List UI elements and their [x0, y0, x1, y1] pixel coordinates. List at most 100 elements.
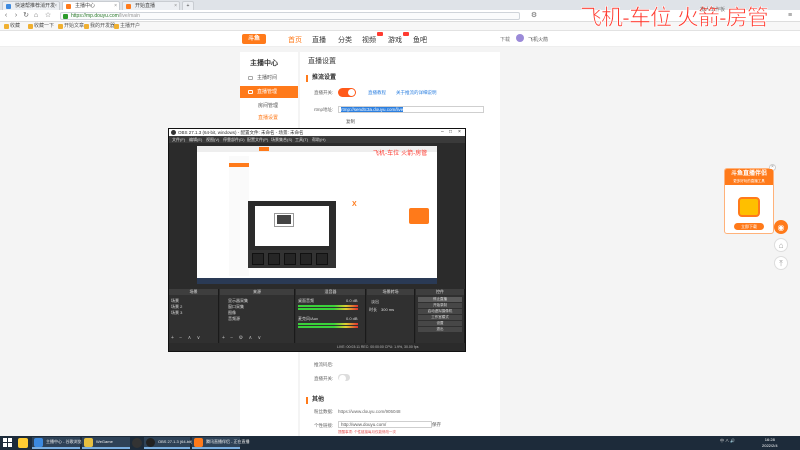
settings-button[interactable]: 设置 — [418, 321, 462, 326]
source-item[interactable]: 音频源 — [228, 316, 240, 322]
studio-mode-button[interactable]: 工作室模式 — [418, 315, 462, 320]
folder-icon — [114, 24, 119, 29]
menu-scene-collection[interactable]: 场景集合(S) — [271, 136, 292, 143]
home-icon[interactable]: ⌂ — [32, 12, 40, 20]
menu-view[interactable]: 视图(V) — [206, 136, 219, 143]
clock[interactable]: 16:28 2022/2/4 — [762, 437, 778, 449]
tab-label: 快速帮推荐消开发 — [15, 3, 56, 9]
browser-tab-3[interactable]: 开始直播 × — [122, 1, 180, 10]
copy-button[interactable]: 复制 — [346, 119, 355, 125]
share-label: 个性链接: — [314, 423, 334, 428]
nav-fishbar[interactable]: 鱼吧 — [413, 35, 427, 45]
avatar[interactable] — [516, 34, 524, 42]
switch-toggle-2[interactable] — [338, 374, 350, 382]
browser-tab-2[interactable]: 主播中心 × — [62, 1, 120, 10]
app-icon[interactable] — [132, 438, 142, 448]
nested-dock — [252, 253, 264, 265]
windows-start-icon[interactable] — [3, 438, 13, 448]
scenes-dock: 场景 场景 场景 2 场景 3 + − ∧ ∨ — [169, 289, 219, 343]
taskbar-chrome[interactable]: 主播中心 - 谷歌浏览器 — [32, 437, 86, 449]
promo-card[interactable]: × 斗鱼直播伴侣 更多好玩的直播工具 立即下载 — [724, 164, 776, 234]
maximize-icon[interactable]: □ — [449, 129, 452, 136]
system-tray[interactable]: 中 ∧ 🔊 — [720, 438, 735, 444]
tab-close-icon[interactable]: × — [54, 2, 57, 10]
menu-file[interactable]: 文件(F) — [172, 136, 185, 143]
nav-home[interactable]: 首页 — [288, 35, 302, 45]
scene-item[interactable]: 场景 3 — [171, 310, 182, 316]
douyu-logo[interactable]: 斗鱼 — [242, 34, 266, 44]
windows-taskbar: 主播中心 - 谷歌浏览器 WeGame OBS 27.1.3 (64-bit) … — [0, 436, 800, 450]
transition-select[interactable]: 淡出 — [371, 299, 379, 305]
menu-docks[interactable]: 停靠部件(D) — [223, 136, 245, 143]
mixer-channel-label: 麦克风/Aux — [298, 316, 319, 321]
task-label: WeGame — [96, 439, 113, 444]
preview-overlay-text: 飞机-车位 火箭-房管 — [373, 150, 428, 157]
duration-input[interactable]: 300 ms — [381, 307, 394, 312]
promo-app-icon — [738, 197, 760, 217]
file-explorer-icon[interactable] — [18, 438, 28, 448]
sidebar-item-time[interactable]: 主播时间 — [240, 72, 298, 84]
obs-preview[interactable]: 飞机-车位 火箭-房管 X — [197, 146, 437, 284]
page-title: 直播设置 — [308, 58, 336, 65]
sidebar-sub-settings[interactable]: 直播设置 — [258, 114, 278, 121]
menu-edit[interactable]: 编辑(E) — [189, 136, 202, 143]
menu-profile[interactable]: 配置文件(P) — [247, 136, 268, 143]
sidebar-sub-room[interactable]: 房间管理 — [258, 102, 278, 109]
share-url-field[interactable]: http://www.douyu.com/ — [338, 421, 432, 428]
bookmark-item[interactable]: 收藏一下 — [28, 23, 54, 30]
menu-icon[interactable]: ≡ — [786, 12, 794, 20]
taskbar-wegame[interactable]: WeGame — [82, 437, 130, 449]
browser-tab-1[interactable]: 快速帮推荐消开发 × — [2, 1, 60, 10]
top-float-icon[interactable]: ⤒ — [774, 256, 788, 270]
stream-key-label: 推流码后: — [314, 362, 334, 367]
add-scene-icon[interactable]: + − ∧ ∨ — [171, 335, 202, 341]
rtmp-address-field[interactable]: rtmp://sendtc3a.douyu.com/live — [338, 106, 484, 113]
star-icon[interactable]: ☆ — [44, 12, 52, 20]
tab-label: 主播中心 — [75, 3, 96, 9]
nav-game[interactable]: 游戏 — [388, 35, 402, 45]
nested-screen-icon — [277, 215, 291, 224]
bookmark-item[interactable]: 开始文章 — [58, 23, 84, 30]
nav-category[interactable]: 分类 — [338, 35, 352, 45]
share-save-button[interactable]: 保存 — [432, 422, 441, 428]
promo-download-button[interactable]: 立即下载 — [734, 223, 764, 230]
tab-label: 开始直播 — [135, 3, 156, 9]
reload-icon[interactable]: ↻ — [22, 12, 30, 20]
taskbar-obs[interactable]: OBS 27.1.3 (64-bit) — [144, 437, 192, 449]
start-recording-button[interactable]: 开始录制 — [418, 303, 462, 308]
sidebar-item-live-manage[interactable]: 直播管理 — [240, 86, 298, 98]
taskbar-live-companion[interactable]: 腾讯直播伴侣 - 正在直播 — [192, 437, 250, 449]
bookmark-item[interactable]: 我的开发器 — [84, 23, 115, 30]
menu-help[interactable]: 帮助(H) — [312, 136, 326, 143]
tutorial-link[interactable]: 直播教程 — [368, 90, 386, 96]
preview-logo — [259, 147, 269, 151]
folder-icon — [58, 24, 63, 29]
stop-stream-button[interactable]: 停止直播 — [418, 297, 462, 302]
new-tab-button[interactable]: + — [182, 1, 194, 10]
username[interactable]: 飞机火箭 — [528, 36, 548, 43]
bookmark-item[interactable]: 收藏 — [4, 23, 20, 30]
download-link[interactable]: 下载 — [500, 36, 510, 43]
nav-live[interactable]: 直播 — [312, 35, 326, 45]
back-icon[interactable]: ‹ — [2, 12, 10, 20]
dock-title: 场景 — [169, 289, 218, 295]
live-toggle[interactable] — [338, 88, 356, 97]
tab-close-icon[interactable]: × — [174, 2, 177, 10]
close-icon[interactable]: × — [458, 129, 461, 136]
forward-icon[interactable]: › — [12, 12, 20, 20]
add-source-icon[interactable]: + − ⚙ ∧ ∨ — [222, 335, 263, 341]
bookmark-item[interactable]: 主播开户 — [114, 23, 140, 30]
help-link[interactable]: 关于推流的详细说明 — [396, 90, 437, 96]
menu-tools[interactable]: 工具(T) — [295, 136, 308, 143]
volume-meter — [298, 326, 358, 328]
app-float-icon[interactable]: ⌂ — [774, 238, 788, 252]
minimize-icon[interactable]: – — [441, 129, 444, 136]
live-float-icon[interactable]: ◉ — [774, 220, 788, 234]
exit-button[interactable]: 退出 — [418, 327, 462, 332]
lock-icon — [63, 14, 68, 19]
virtual-camera-button[interactable]: 启动虚拟摄像机 — [418, 309, 462, 314]
nav-video[interactable]: 视频 — [362, 35, 376, 45]
tab-close-icon[interactable]: × — [114, 2, 117, 10]
url-input[interactable]: https://mp.douyu.com/live/main — [60, 12, 520, 20]
extension-icon[interactable]: ⚙ — [530, 12, 538, 20]
